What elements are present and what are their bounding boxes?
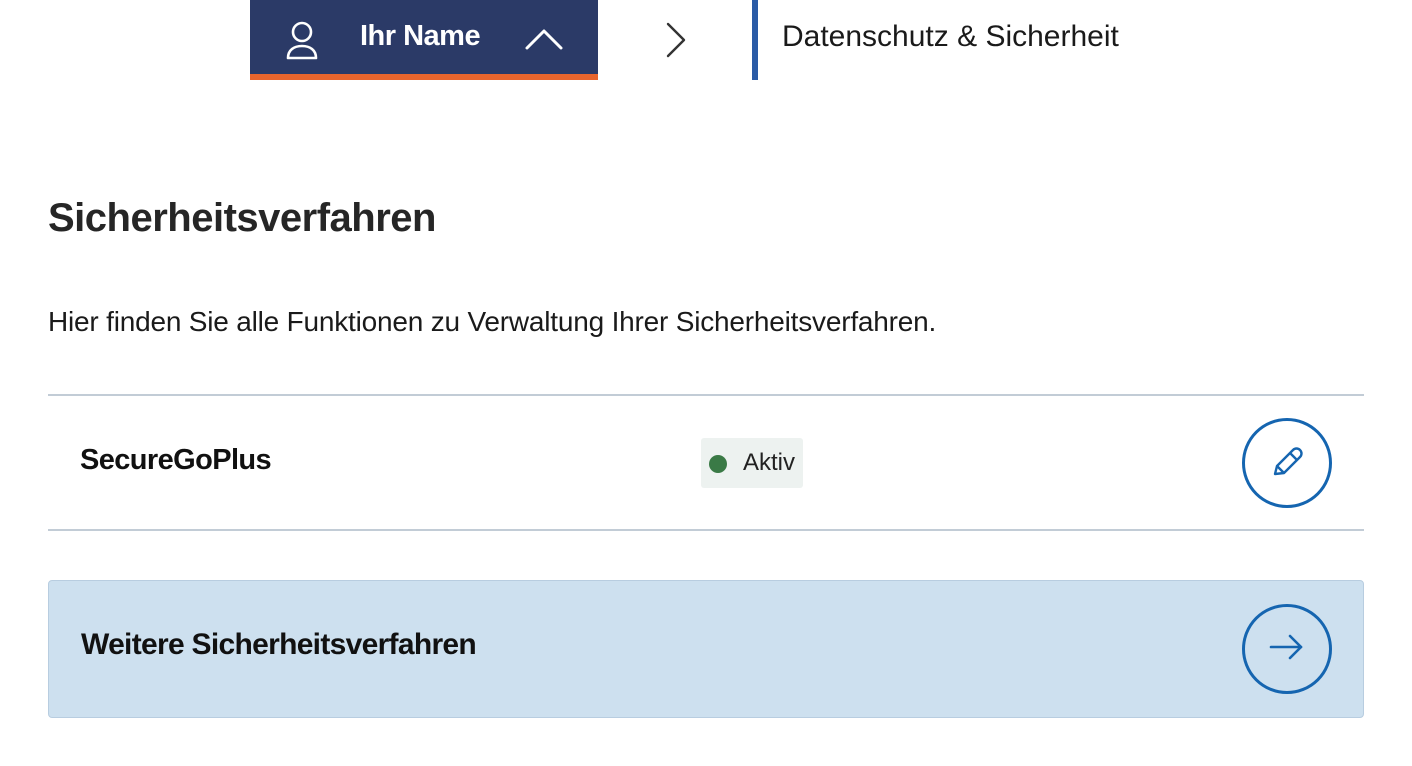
- divider: [48, 529, 1364, 531]
- more-methods-label: Weitere Sicherheitsverfahren: [81, 628, 477, 661]
- breadcrumb-accent-bar: [752, 0, 758, 80]
- status-badge: Aktiv: [701, 438, 803, 488]
- edit-method-button[interactable]: [1242, 418, 1332, 508]
- user-name-label: Ihr Name: [360, 20, 481, 52]
- chevron-right-icon: [662, 20, 690, 60]
- user-menu-button[interactable]: Ihr Name: [250, 0, 598, 80]
- status-label: Aktiv: [743, 449, 796, 476]
- more-methods-link[interactable]: Weitere Sicherheitsverfahren: [48, 580, 1364, 718]
- top-navigation: Ihr Name Datenschutz & Sicherheit: [0, 0, 1412, 80]
- arrow-right-icon: [1267, 627, 1307, 672]
- method-name: SecureGoPlus: [80, 444, 272, 476]
- chevron-up-icon: [524, 26, 564, 52]
- pencil-icon: [1267, 442, 1307, 485]
- status-dot: [709, 455, 727, 473]
- page-title: Sicherheitsverfahren: [48, 196, 436, 240]
- section-intro: Hier finden Sie alle Funktionen zu Verwa…: [48, 306, 937, 337]
- user-icon: [284, 20, 320, 60]
- breadcrumb-current: Datenschutz & Sicherheit: [782, 20, 1119, 53]
- more-methods-arrow-button[interactable]: [1242, 604, 1332, 694]
- divider: [48, 394, 1364, 396]
